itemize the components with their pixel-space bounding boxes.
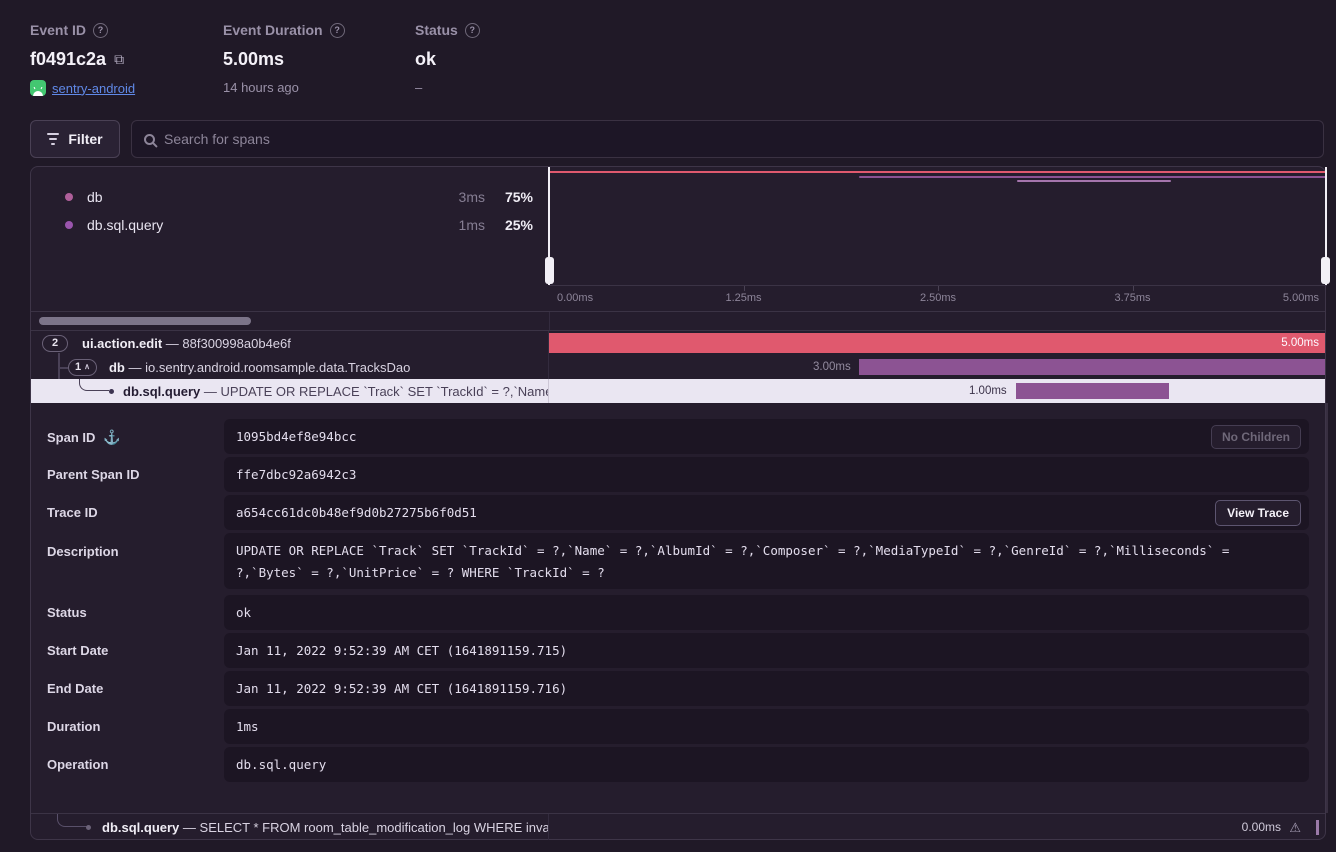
- search-input[interactable]: [164, 131, 1311, 147]
- children-count-badge[interactable]: 1∧: [68, 359, 97, 376]
- span-id-label: Span ID: [47, 430, 95, 445]
- op-percent: 25%: [485, 217, 533, 233]
- span-bar-duration: 1.00ms: [969, 379, 1007, 403]
- event-duration-label: Event Duration: [223, 22, 323, 38]
- legend-row-db-sql-query[interactable]: db.sql.query 1ms 25%: [65, 211, 533, 239]
- viewport-right-grip[interactable]: [1321, 257, 1330, 284]
- help-icon[interactable]: ?: [465, 23, 480, 38]
- details-scrollbar[interactable]: [1326, 403, 1328, 813]
- viewport-left-grip[interactable]: [545, 257, 554, 284]
- status-field[interactable]: ok: [224, 595, 1309, 630]
- tree-connector-elbow: [57, 814, 89, 827]
- op-percent: 75%: [485, 189, 533, 205]
- op-name: db: [87, 189, 425, 205]
- chevron-up-icon: ∧: [84, 363, 90, 371]
- search-icon: [144, 134, 155, 145]
- trace-minimap[interactable]: [549, 167, 1327, 285]
- minimap-span-db: [859, 176, 1327, 178]
- span-bar-duration: 5.00ms: [1281, 333, 1319, 353]
- op-duration: 3ms: [425, 189, 485, 205]
- span-row-db[interactable]: 1∧ db — io.sentry.android.roomsample.dat…: [31, 355, 1325, 379]
- span-bar-duration: 3.00ms: [813, 355, 851, 379]
- operation-field[interactable]: db.sql.query: [224, 747, 1309, 782]
- span-row-title: ui.action.edit — 88f300998a0b4e6f: [82, 336, 291, 351]
- minimap-span-ui-action-edit: [549, 171, 1327, 173]
- op-duration: 1ms: [425, 217, 485, 233]
- tree-horizontal-scrollbar: [31, 311, 1325, 331]
- view-trace-button[interactable]: View Trace: [1215, 500, 1301, 526]
- help-icon[interactable]: ?: [330, 23, 345, 38]
- operation-label: Operation: [47, 757, 108, 772]
- span-bar-db[interactable]: [859, 359, 1325, 375]
- span-id-field[interactable]: 1095bd4ef8e94bcc No Children: [224, 419, 1309, 454]
- axis-tick-label: 2.50ms: [920, 292, 956, 304]
- project-link[interactable]: sentry-android: [52, 81, 135, 96]
- parent-span-id-label: Parent Span ID: [47, 467, 139, 482]
- span-viewer-panel: db 3ms 75% db.sql.query 1ms 25% 0.00ms 1…: [30, 166, 1326, 840]
- axis-tick-label: 0.00ms: [557, 292, 593, 304]
- duration-field[interactable]: 1ms: [224, 709, 1309, 744]
- span-row-title: db — io.sentry.android.roomsample.data.T…: [109, 360, 410, 375]
- end-date-field[interactable]: Jan 11, 2022 9:52:39 AM CET (1641891159.…: [224, 671, 1309, 706]
- filter-button-label: Filter: [68, 131, 102, 147]
- end-date-label: End Date: [47, 681, 103, 696]
- event-age: 14 hours ago: [223, 80, 299, 95]
- span-row-title: db.sql.query — SELECT * FROM room_table_…: [102, 820, 548, 835]
- status-label: Status: [415, 22, 458, 38]
- trace-id-field[interactable]: a654cc61dc0b48ef9d0b27275b6f0d51 View Tr…: [224, 495, 1309, 530]
- span-bar-duration: 0.00ms: [1242, 814, 1281, 841]
- children-count-badge[interactable]: 2: [42, 335, 68, 352]
- event-id-block: Event ID? f0491c2a ⧉ sentry-android: [30, 22, 135, 96]
- span-row-db-sql-query-selected[interactable]: db.sql.query — UPDATE OR REPLACE `Track`…: [31, 379, 1325, 403]
- time-axis: 0.00ms 1.25ms 2.50ms 3.75ms 5.00ms: [549, 285, 1327, 311]
- op-name: db.sql.query: [87, 217, 425, 233]
- status-sub: –: [415, 80, 422, 95]
- span-tree: 2 ui.action.edit — 88f300998a0b4e6f 5.00…: [31, 331, 1325, 403]
- description-field[interactable]: UPDATE OR REPLACE `Track` SET `TrackId` …: [224, 533, 1309, 589]
- span-row-title: db.sql.query — UPDATE OR REPLACE `Track`…: [123, 384, 548, 399]
- zero-duration-span-marker[interactable]: [1316, 820, 1319, 835]
- parent-span-id-field[interactable]: ffe7dbc92a6942c3: [224, 457, 1309, 492]
- span-details: Span ID ⚓ 1095bd4ef8e94bcc No Children Pa…: [31, 403, 1325, 813]
- op-legend: db 3ms 75% db.sql.query 1ms 25%: [31, 167, 549, 311]
- op-color-dot: [65, 193, 73, 201]
- axis-tick-label: 1.25ms: [725, 292, 761, 304]
- status-block: Status? ok –: [415, 22, 480, 95]
- status-value: ok: [415, 49, 436, 70]
- copy-icon[interactable]: ⧉: [114, 51, 124, 68]
- span-bar-ui-action-edit[interactable]: 5.00ms: [549, 333, 1325, 353]
- span-row-ui-action-edit[interactable]: 2 ui.action.edit — 88f300998a0b4e6f 5.00…: [31, 331, 1325, 355]
- android-icon: [30, 80, 46, 96]
- axis-tick-label: 3.75ms: [1114, 292, 1150, 304]
- no-children-button: No Children: [1211, 425, 1301, 449]
- warning-icon: ⚠: [1289, 814, 1301, 841]
- span-bar-db-sql-query[interactable]: [1016, 383, 1169, 399]
- description-label: Description: [47, 544, 119, 559]
- axis-tick-label: 5.00ms: [1283, 292, 1319, 304]
- event-id-label: Event ID: [30, 22, 86, 38]
- duration-label: Duration: [47, 719, 100, 734]
- legend-row-db[interactable]: db 3ms 75%: [65, 183, 533, 211]
- start-date-field[interactable]: Jan 11, 2022 9:52:39 AM CET (1641891159.…: [224, 633, 1309, 668]
- filter-icon: [47, 133, 59, 145]
- event-duration-value: 5.00ms: [223, 49, 284, 70]
- anchor-icon[interactable]: ⚓: [103, 429, 120, 446]
- event-id-value: f0491c2a: [30, 49, 106, 70]
- minimap-span-db-sql-query: [1017, 180, 1170, 182]
- status-field-label: Status: [47, 605, 87, 620]
- trace-id-label: Trace ID: [47, 505, 98, 520]
- tree-connector-dot: [86, 825, 91, 830]
- span-row-db-sql-query-select[interactable]: db.sql.query — SELECT * FROM room_table_…: [31, 813, 1325, 840]
- scrollbar-thumb[interactable]: [39, 317, 251, 325]
- op-color-dot: [65, 221, 73, 229]
- start-date-label: Start Date: [47, 643, 108, 658]
- event-duration-block: Event Duration? 5.00ms 14 hours ago: [223, 22, 345, 95]
- filter-button[interactable]: Filter: [30, 120, 120, 158]
- help-icon[interactable]: ?: [93, 23, 108, 38]
- span-search[interactable]: [131, 120, 1324, 158]
